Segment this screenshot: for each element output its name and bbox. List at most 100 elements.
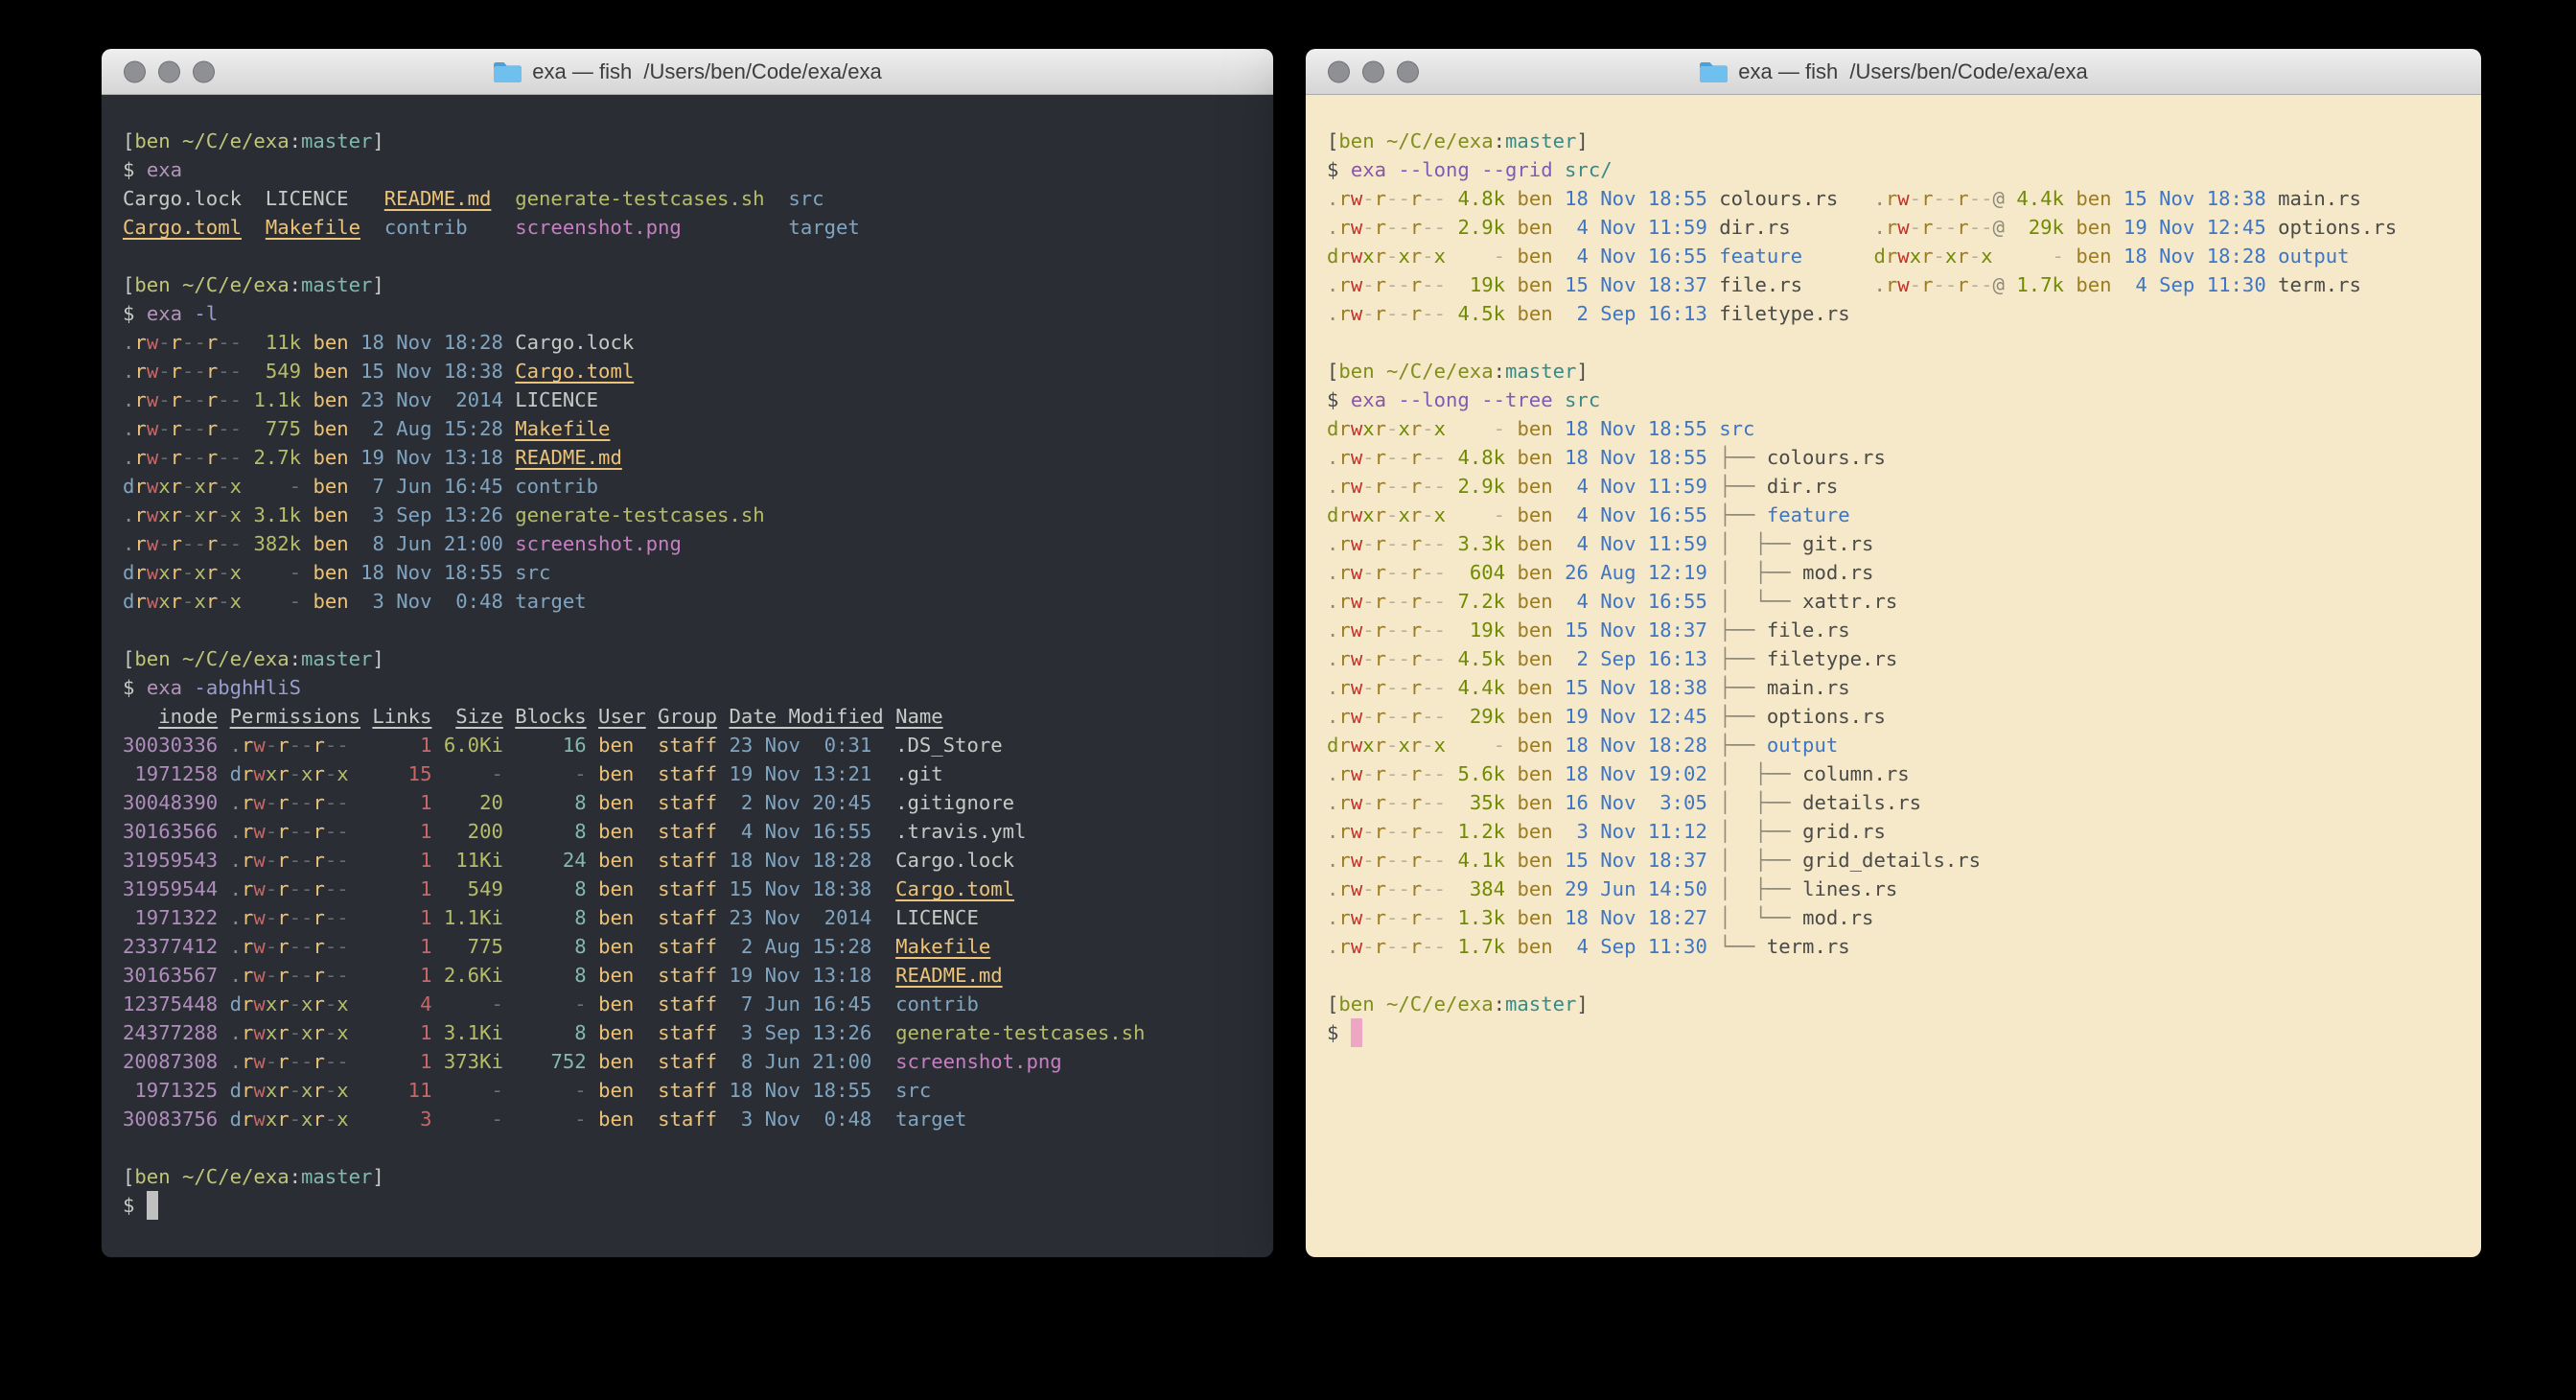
terminal-text: screenshot.png xyxy=(871,1050,1061,1073)
permission-char: - xyxy=(218,388,229,411)
terminal-text: 2 Sep 16:13 xyxy=(1553,647,1707,670)
permission-char: r xyxy=(313,791,324,814)
terminal-text: 2.6Ki xyxy=(431,964,502,987)
terminal-line: $ exa -l xyxy=(123,299,1273,328)
permission-char: r xyxy=(313,935,324,958)
permission-char: - xyxy=(182,446,194,469)
terminal-text: 15 xyxy=(349,762,432,785)
terminal-text xyxy=(218,877,229,900)
permission-char: - xyxy=(290,820,301,843)
permission-char: r xyxy=(134,446,146,469)
terminal-line: 1971322 .rw-r--r-- 1 1.1Ki 8 ben staff 2… xyxy=(123,903,1273,932)
terminal-text: 4.4k xyxy=(2005,187,2064,210)
titlebar[interactable]: exa — fish /Users/ben/Code/exa/exa xyxy=(102,49,1273,95)
permission-char: r xyxy=(134,503,146,526)
permission-char: r xyxy=(1338,906,1350,929)
permission-char: r xyxy=(1375,820,1386,843)
permission-char: r xyxy=(1886,216,1897,239)
zoom-button[interactable] xyxy=(1397,60,1419,82)
permission-char: - xyxy=(1434,302,1446,325)
permission-char: . xyxy=(230,791,242,814)
permission-char: - xyxy=(1398,935,1409,958)
terminal-line: .rw-r--r-- 4.4k ben 15 Nov 18:38 ├── mai… xyxy=(1327,673,2481,702)
permission-char: - xyxy=(337,849,348,872)
terminal-text: options.rs xyxy=(2266,216,2397,239)
terminal-text: ben xyxy=(301,360,349,383)
terminal-content[interactable]: [ben ~/C/e/exa:master]$ exaCargo.lock LI… xyxy=(102,95,1273,1257)
permission-char: r xyxy=(1338,647,1350,670)
terminal-content[interactable]: [ben ~/C/e/exa:master]$ exa --long --gri… xyxy=(1306,95,2481,1257)
permission-char: w xyxy=(253,734,265,757)
permission-char: - xyxy=(1434,618,1446,642)
minimize-button[interactable] xyxy=(158,60,180,82)
terminal-text: feature xyxy=(1707,245,1802,268)
permission-char: r xyxy=(1338,446,1350,469)
permission-char: - xyxy=(158,532,170,555)
permission-char: x xyxy=(230,590,242,613)
terminal-line: 31959544 .rw-r--r-- 1 549 8 ben staff 15… xyxy=(123,875,1273,903)
terminal-text: 18 Nov 18:55 xyxy=(1553,446,1707,469)
permission-char: d xyxy=(230,762,242,785)
permission-char: w xyxy=(1351,273,1362,296)
permission-char: w xyxy=(147,360,158,383)
titlebar[interactable]: exa — fish /Users/ben/Code/exa/exa xyxy=(1306,49,2481,95)
permission-char: r xyxy=(1921,245,1933,268)
terminal-text: 15 Nov 18:37 xyxy=(1553,849,1707,872)
minimize-button[interactable] xyxy=(1362,60,1384,82)
permission-char: x xyxy=(301,1108,313,1131)
terminal-text: ] xyxy=(372,647,383,670)
permission-char: - xyxy=(194,417,205,440)
permission-char: - xyxy=(1398,618,1409,642)
permission-char: - xyxy=(337,820,348,843)
zoom-button[interactable] xyxy=(193,60,215,82)
terminal-text: - xyxy=(431,1108,502,1131)
terminal-text: ben xyxy=(587,791,646,814)
permission-char: r xyxy=(242,906,253,929)
permission-char: r xyxy=(1338,849,1350,872)
permission-char: w xyxy=(253,1079,265,1102)
terminal-text: [ xyxy=(123,129,134,152)
permission-char: r xyxy=(1410,532,1422,555)
terminal-text: 31959544 xyxy=(123,877,218,900)
permission-char: . xyxy=(1327,705,1338,728)
terminal-text: 2 Nov 20:45 xyxy=(717,791,871,814)
permission-char: r xyxy=(313,762,324,785)
terminal-text: 1.2k xyxy=(1446,820,1505,843)
terminal-text: 20 xyxy=(431,791,502,814)
terminal-text: 19k xyxy=(1446,618,1505,642)
terminal-text: mod.rs xyxy=(1802,906,1873,929)
permission-char: - xyxy=(290,964,301,987)
terminal-line: .rw-r--r-- 29k ben 19 Nov 12:45 ├── opti… xyxy=(1327,702,2481,731)
permission-char: d xyxy=(230,1108,242,1131)
terminal-text: │ └── xyxy=(1707,590,1802,613)
permission-char: - xyxy=(1362,906,1374,929)
permission-char: - xyxy=(301,877,313,900)
permission-char: r xyxy=(1410,935,1422,958)
terminal-text: inode xyxy=(158,705,218,728)
permission-char: r xyxy=(1410,618,1422,642)
permission-char: - xyxy=(230,446,242,469)
terminal-line xyxy=(1327,961,2481,990)
terminal-text: 3 Nov 0:48 xyxy=(717,1108,871,1131)
terminal-text: 1 xyxy=(349,964,432,987)
close-button[interactable] xyxy=(1328,60,1350,82)
terminal-line: [ben ~/C/e/exa:master] xyxy=(123,127,1273,155)
permission-char: x xyxy=(1434,245,1446,268)
permission-char: - xyxy=(301,906,313,929)
terminal-text: 18 Nov 18:28 xyxy=(1553,734,1707,757)
terminal-text: - xyxy=(242,561,301,584)
permission-char: - xyxy=(266,849,277,872)
permission-char: - xyxy=(266,820,277,843)
permission-char: r xyxy=(277,877,289,900)
permission-char: - xyxy=(158,360,170,383)
terminal-text xyxy=(218,1108,229,1131)
permission-char: - xyxy=(1933,273,1944,296)
close-button[interactable] xyxy=(124,60,146,82)
terminal-text: ben xyxy=(301,532,349,555)
terminal-text xyxy=(1553,388,1565,411)
terminal-text xyxy=(182,302,194,325)
permission-char: - xyxy=(1434,446,1446,469)
permission-char: - xyxy=(1398,676,1409,699)
terminal-text: 24 xyxy=(503,849,587,872)
permission-char: r xyxy=(277,964,289,987)
